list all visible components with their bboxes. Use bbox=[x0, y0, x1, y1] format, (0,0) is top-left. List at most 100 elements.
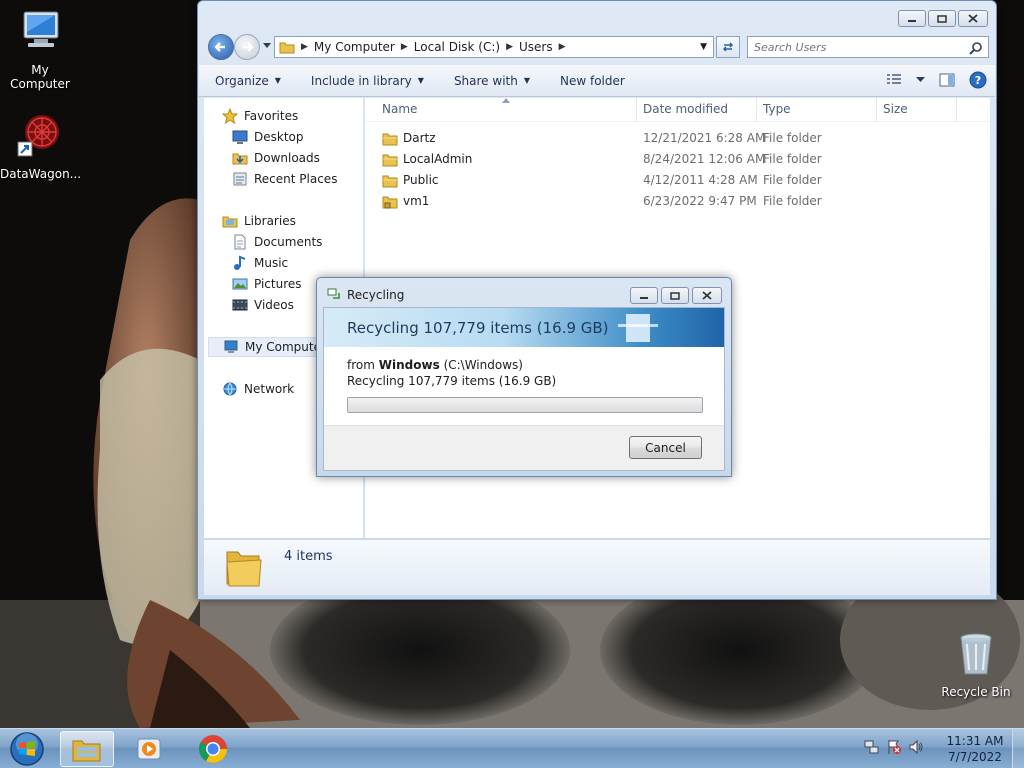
column-header-date-modified[interactable]: Date modified bbox=[643, 102, 728, 116]
close-button[interactable] bbox=[958, 10, 988, 27]
view-controls: ? bbox=[886, 71, 987, 89]
arrow-left-icon bbox=[214, 42, 225, 52]
file-row[interactable]: Public 4/12/2011 4:28 AM File folder bbox=[365, 170, 990, 191]
start-button[interactable] bbox=[8, 731, 46, 767]
column-divider[interactable] bbox=[756, 98, 757, 122]
breadcrumb-separator-icon[interactable]: ▶ bbox=[401, 42, 408, 52]
clock-time: 11:31 AM bbox=[946, 734, 1004, 748]
documents-icon bbox=[234, 234, 246, 250]
arrow-right-icon bbox=[243, 42, 254, 52]
recycling-dialog[interactable]: Recycling Recycling 107,779 items (16.9 … bbox=[316, 277, 732, 477]
taskbar-explorer-button[interactable] bbox=[60, 731, 114, 767]
dialog-minimize-button[interactable] bbox=[630, 287, 658, 304]
nav-item-documents[interactable]: Documents bbox=[232, 232, 322, 252]
file-name: vm1 bbox=[403, 194, 430, 208]
breadcrumb-users[interactable]: Users bbox=[519, 40, 553, 54]
back-button[interactable] bbox=[208, 34, 234, 60]
file-name: LocalAdmin bbox=[403, 152, 473, 166]
desktop-icon-label: DataWagon... bbox=[0, 167, 82, 181]
nav-item-favorites[interactable]: Favorites bbox=[222, 106, 298, 126]
taskbar: 11:31 AM 7/7/2022 bbox=[0, 728, 1024, 768]
column-divider[interactable] bbox=[876, 98, 877, 122]
file-row[interactable]: Dartz 12/21/2021 6:28 AM File folder bbox=[365, 128, 990, 149]
view-options-dropdown-icon[interactable] bbox=[916, 77, 925, 83]
address-bar[interactable]: ▶ My Computer ▶ Local Disk (C:) ▶ Users … bbox=[274, 36, 714, 58]
column-header-size[interactable]: Size bbox=[883, 102, 908, 116]
desktop-icon bbox=[232, 130, 248, 144]
minimize-button[interactable] bbox=[898, 10, 926, 27]
dialog-close-button[interactable] bbox=[692, 287, 722, 304]
new-folder-button[interactable]: New folder bbox=[560, 74, 625, 88]
search-input[interactable] bbox=[754, 40, 964, 54]
file-date: 6/23/2022 9:47 PM bbox=[643, 194, 757, 208]
action-center-flag-icon[interactable] bbox=[886, 739, 902, 755]
nav-item-music[interactable]: Music bbox=[232, 253, 288, 273]
folder-icon bbox=[279, 42, 295, 54]
nav-item-videos[interactable]: Videos bbox=[232, 295, 294, 315]
cancel-button[interactable]: Cancel bbox=[629, 436, 702, 459]
nav-item-label: Downloads bbox=[254, 151, 320, 165]
media-player-icon bbox=[137, 738, 161, 760]
forward-button[interactable] bbox=[234, 34, 260, 60]
nav-item-pictures[interactable]: Pictures bbox=[232, 274, 302, 294]
nav-item-label: Libraries bbox=[244, 214, 296, 228]
clock[interactable]: 11:31 AM 7/7/2022 bbox=[935, 733, 1015, 765]
network-status-icon[interactable] bbox=[864, 739, 880, 755]
folder-icon bbox=[382, 154, 398, 167]
progress-bar bbox=[347, 397, 703, 413]
breadcrumb-my-computer[interactable]: My Computer bbox=[314, 40, 395, 54]
desktop-icon-label: Recycle Bin bbox=[941, 685, 1011, 699]
file-date: 12/21/2021 6:28 AM bbox=[643, 131, 766, 145]
datawagon-app-icon bbox=[17, 115, 59, 157]
desktop-icon-recycle-bin[interactable]: Recycle Bin bbox=[936, 630, 1016, 699]
column-divider[interactable] bbox=[956, 98, 957, 122]
nav-item-label: Network bbox=[244, 382, 295, 396]
file-row[interactable]: vm1 6/23/2022 9:47 PM File folder bbox=[365, 191, 990, 212]
share-with-menu[interactable]: Share with ▼ bbox=[454, 74, 530, 88]
nav-item-downloads[interactable]: Downloads bbox=[232, 148, 320, 168]
breadcrumb-separator-icon: ▶ bbox=[301, 42, 308, 52]
search-box[interactable] bbox=[747, 36, 989, 58]
include-in-library-label: Include in library bbox=[310, 73, 412, 88]
file-name: Public bbox=[403, 173, 439, 187]
organize-menu[interactable]: Organize ▼ bbox=[215, 74, 281, 88]
file-type: File folder bbox=[763, 131, 822, 145]
recent-places-icon bbox=[233, 172, 247, 186]
recent-pages-dropdown-icon[interactable] bbox=[262, 42, 272, 50]
refresh-button[interactable] bbox=[716, 36, 740, 58]
chrome-icon bbox=[199, 735, 227, 763]
file-type: File folder bbox=[763, 173, 822, 187]
search-icon[interactable] bbox=[969, 41, 983, 55]
show-desktop-button[interactable] bbox=[1012, 729, 1024, 768]
address-dropdown-icon[interactable]: ▼ bbox=[700, 42, 707, 52]
breadcrumb-local-disk[interactable]: Local Disk (C:) bbox=[414, 40, 500, 54]
nav-item-libraries[interactable]: Libraries bbox=[222, 211, 296, 231]
desktop-icon-my-computer[interactable]: My Computer bbox=[0, 8, 80, 91]
nav-item-recent-places[interactable]: Recent Places bbox=[232, 169, 337, 189]
taskbar-chrome-button[interactable] bbox=[186, 731, 240, 767]
sort-ascending-icon bbox=[502, 98, 510, 103]
breadcrumb-separator-icon[interactable]: ▶ bbox=[559, 42, 566, 52]
column-divider[interactable] bbox=[636, 98, 637, 122]
nav-item-desktop[interactable]: Desktop bbox=[232, 127, 304, 147]
column-header-name[interactable]: Name bbox=[382, 102, 417, 116]
column-header-type[interactable]: Type bbox=[763, 102, 791, 116]
file-row[interactable]: LocalAdmin 8/24/2021 12:06 AM File folde… bbox=[365, 149, 990, 170]
libraries-icon bbox=[222, 216, 238, 228]
dialog-maximize-button[interactable] bbox=[661, 287, 689, 304]
include-in-library-menu[interactable]: Include in library ▼ bbox=[311, 74, 424, 88]
nav-item-label: Favorites bbox=[244, 109, 299, 123]
change-view-icon[interactable] bbox=[886, 73, 902, 87]
taskbar-media-player-button[interactable] bbox=[122, 731, 176, 767]
maximize-button[interactable] bbox=[928, 10, 956, 27]
help-icon[interactable]: ? bbox=[969, 71, 987, 89]
file-date: 8/24/2021 12:06 AM bbox=[643, 152, 766, 166]
music-note-icon bbox=[234, 255, 246, 270]
desktop-icon-datawagon[interactable]: DataWagon... bbox=[0, 112, 82, 181]
breadcrumb-separator-icon[interactable]: ▶ bbox=[506, 42, 513, 52]
volume-icon[interactable] bbox=[908, 739, 924, 755]
from-prefix: from bbox=[347, 358, 375, 372]
chevron-down-icon: ▼ bbox=[523, 76, 530, 85]
nav-item-network[interactable]: Network bbox=[222, 379, 294, 399]
preview-pane-icon[interactable] bbox=[939, 73, 955, 87]
